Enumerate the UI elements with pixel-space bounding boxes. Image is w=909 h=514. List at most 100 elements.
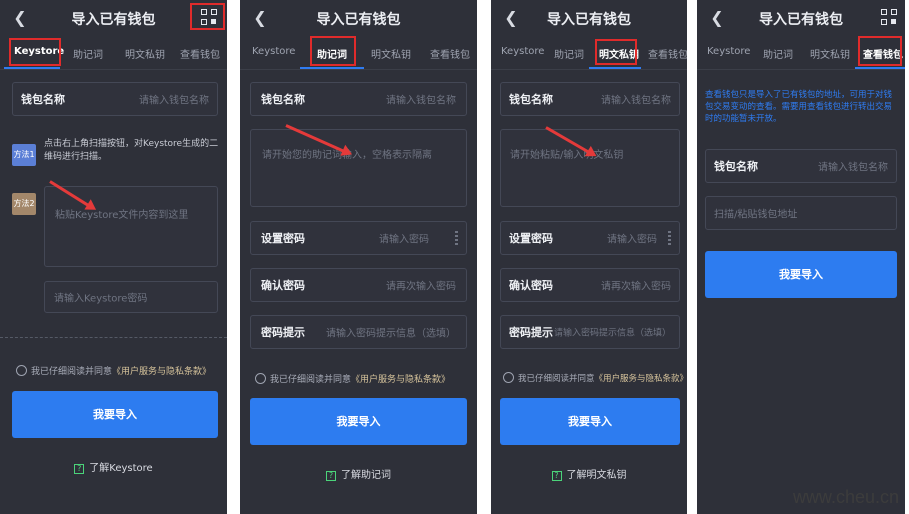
tab-bar: Keystore 助记词 明文私钥 查看钱包 [240, 36, 477, 70]
agree-radio[interactable] [503, 372, 514, 383]
set-password-label: 设置密码 [261, 232, 305, 245]
terms-link[interactable]: 《用户服务与隐私条款》 [112, 367, 211, 377]
page-title: 导入已有钱包 [316, 12, 401, 28]
agreement-row[interactable]: 我已仔细阅读并同意《用户服务与隐私条款》 [16, 364, 211, 377]
password-hint-field[interactable]: 密码提示 请输入密码提示信息（选填） [500, 315, 680, 349]
qr-scan-icon[interactable] [881, 9, 897, 25]
tab-bar: Keystore 助记词 明文私钥 查看钱包 [697, 36, 905, 70]
tab-keystore[interactable]: Keystore [14, 46, 64, 57]
agreement-row[interactable]: 我已仔细阅读并同意《用户服务与隐私条款》 [255, 372, 450, 385]
wallet-name-label: 钱包名称 [714, 160, 758, 173]
tab-mnemonic[interactable]: 助记词 [73, 46, 103, 61]
private-key-textarea[interactable]: 请开始粘贴/输入明文私钥 [500, 129, 680, 207]
set-password-placeholder: 请输入密码 [379, 234, 429, 246]
tab-mnemonic[interactable]: 助记词 [317, 46, 347, 61]
watch-wallet-note: 查看钱包只是导入了已有钱包的地址，可用于对钱包交易变动的查看。需要用查看钱包进行… [705, 90, 893, 124]
mnemonic-textarea[interactable]: 请开始您的助记词输入，空格表示隔离 [250, 129, 467, 207]
learn-mnemonic-link[interactable]: ? 了解助记词 [240, 466, 477, 481]
wallet-name-field[interactable]: 钱包名称 请输入钱包名称 [12, 82, 218, 116]
wallet-name-placeholder: 请输入钱包名称 [386, 95, 456, 107]
agreement-row[interactable]: 我已仔细阅读并同意《用户服务与隐私条款》 [503, 372, 687, 384]
method1-badge: 方法1 [12, 144, 36, 166]
keystore-password-input[interactable]: 请输入Keystore密码 [44, 281, 218, 313]
confirm-password-placeholder: 请再次输入密码 [601, 281, 671, 293]
keystore-placeholder: 粘贴Keystore文件内容到这里 [55, 210, 189, 221]
tab-private-key[interactable]: 明文私钥 [371, 46, 411, 61]
screen-keystore: ❮ 导入已有钱包 Keystore 助记词 明文私钥 查看钱包 钱包名称 请输入… [0, 0, 227, 514]
wallet-name-placeholder: 请输入钱包名称 [139, 95, 209, 107]
divider [0, 337, 227, 338]
set-password-placeholder: 请输入密码 [607, 234, 657, 246]
set-password-field[interactable]: 设置密码 请输入密码 [500, 221, 680, 255]
wallet-address-field[interactable]: 扫描/粘贴钱包地址 [705, 196, 897, 230]
tab-keystore[interactable]: Keystore [252, 46, 295, 57]
page-title: 导入已有钱包 [759, 12, 843, 28]
watermark: www.cheu.cn [792, 487, 899, 507]
wallet-address-placeholder: 扫描/粘贴钱包地址 [714, 209, 798, 221]
keystore-password-placeholder: 请输入Keystore密码 [54, 293, 148, 305]
set-password-field[interactable]: 设置密码 请输入密码 [250, 221, 467, 255]
wallet-name-label: 钱包名称 [261, 93, 305, 106]
tab-watch-wallet[interactable]: 查看钱包 [430, 46, 470, 61]
page-title: 导入已有钱包 [71, 12, 156, 28]
learn-private-key-link[interactable]: ? 了解明文私钥 [491, 466, 687, 481]
method2-badge: 方法2 [12, 193, 36, 215]
active-tab-underline [4, 67, 60, 69]
wallet-name-field[interactable]: 钱包名称 请输入钱包名称 [250, 82, 467, 116]
tab-watch-wallet[interactable]: 查看钱包 [180, 46, 220, 61]
tab-mnemonic[interactable]: 助记词 [763, 46, 793, 61]
tab-private-key[interactable]: 明文私钥 [125, 46, 165, 61]
active-tab-underline [300, 67, 364, 69]
import-button[interactable]: 我要导入 [250, 398, 467, 445]
confirm-password-label: 确认密码 [261, 279, 305, 292]
confirm-password-field[interactable]: 确认密码 请再次输入密码 [250, 268, 467, 302]
wallet-name-label: 钱包名称 [509, 93, 553, 106]
agree-radio[interactable] [255, 373, 266, 384]
wallet-name-placeholder: 请输入钱包名称 [818, 162, 888, 174]
screen-mnemonic: ❮ 导入已有钱包 Keystore 助记词 明文私钥 查看钱包 钱包名称 请输入… [240, 0, 477, 514]
password-visibility-handle[interactable] [668, 231, 671, 245]
agree-radio[interactable] [16, 365, 27, 376]
tab-keystore[interactable]: Keystore [707, 46, 750, 57]
confirm-password-field[interactable]: 确认密码 请再次输入密码 [500, 268, 680, 302]
header: ❮ 导入已有钱包 [0, 0, 227, 36]
keystore-textarea[interactable]: 粘贴Keystore文件内容到这里 [44, 186, 218, 267]
tab-watch-wallet[interactable]: 查看钱包 [648, 46, 687, 61]
header: ❮ 导入已有钱包 [697, 0, 905, 36]
wallet-name-field[interactable]: 钱包名称 请输入钱包名称 [500, 82, 680, 116]
help-icon: ? [326, 471, 336, 481]
password-hint-placeholder: 请输入密码提示信息（选填） [326, 328, 456, 340]
tab-private-key[interactable]: 明文私钥 [810, 46, 850, 61]
method1-description: 点击右上角扫描按钮，对Keystore生成的二维码进行扫描。 [44, 139, 219, 162]
tab-watch-wallet[interactable]: 查看钱包 [863, 46, 903, 61]
tab-bar: Keystore 助记词 明文私钥 查看钱包 [0, 36, 227, 70]
import-button[interactable]: 我要导入 [705, 251, 897, 298]
import-button[interactable]: 我要导入 [12, 391, 218, 438]
set-password-label: 设置密码 [509, 232, 553, 245]
help-icon: ? [551, 471, 562, 481]
help-icon: ? [74, 464, 85, 474]
password-visibility-handle[interactable] [455, 231, 458, 245]
terms-link[interactable]: 《用户服务与隐私条款》 [595, 374, 687, 384]
tab-private-key[interactable]: 明文私钥 [599, 46, 639, 61]
active-tab-underline [589, 67, 641, 69]
active-tab-underline [855, 67, 905, 69]
wallet-name-field[interactable]: 钱包名称 请输入钱包名称 [705, 149, 897, 183]
password-hint-label: 密码提示 [261, 326, 305, 339]
password-hint-label: 密码提示 [509, 326, 553, 339]
wallet-name-placeholder: 请输入钱包名称 [601, 95, 671, 107]
tab-mnemonic[interactable]: 助记词 [554, 46, 584, 61]
tab-keystore[interactable]: Keystore [501, 46, 544, 57]
import-button[interactable]: 我要导入 [500, 398, 680, 445]
password-hint-placeholder: 请输入密码提示信息（选填） [553, 328, 671, 339]
qr-scan-icon[interactable] [201, 9, 217, 25]
page-title: 导入已有钱包 [547, 12, 631, 28]
password-hint-field[interactable]: 密码提示 请输入密码提示信息（选填） [250, 315, 467, 349]
header: ❮ 导入已有钱包 [240, 0, 477, 36]
header: ❮ 导入已有钱包 [491, 0, 687, 36]
private-key-placeholder: 请开始粘贴/输入明文私钥 [510, 150, 624, 161]
screen-watch-wallet: ❮ 导入已有钱包 Keystore 助记词 明文私钥 查看钱包 查看钱包只是导入… [697, 0, 905, 514]
learn-keystore-link[interactable]: ? 了解Keystore [0, 459, 227, 474]
tab-bar: Keystore 助记词 明文私钥 查看钱包 [491, 36, 687, 70]
terms-link[interactable]: 《用户服务与隐私条款》 [351, 375, 450, 385]
